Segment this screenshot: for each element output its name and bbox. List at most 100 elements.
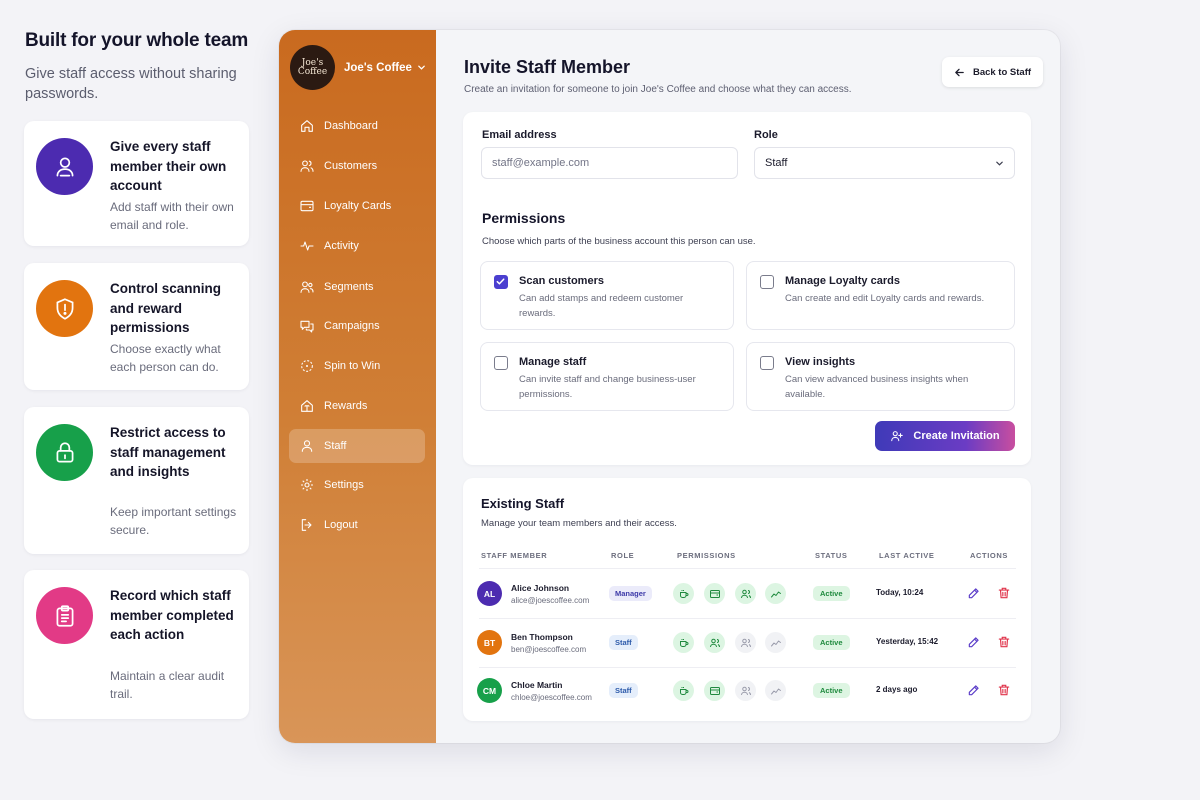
insights-permission-icon (765, 632, 786, 653)
status-badge: Active (813, 586, 850, 601)
edit-icon[interactable] (967, 586, 981, 600)
sidebar-item-campaigns[interactable]: Campaigns (289, 309, 425, 343)
sidebar-item-rewards[interactable]: Rewards (289, 389, 425, 423)
permission-manage-staff[interactable]: Manage staff Can invite staff and change… (480, 342, 734, 411)
sidebar-item-spin-to-win[interactable]: Spin to Win (289, 349, 425, 383)
sidebar-item-label: Spin to Win (324, 360, 381, 372)
delete-icon[interactable] (997, 586, 1011, 600)
feature-card: Control scanning and reward permissions … (24, 263, 249, 390)
create-invitation-button[interactable]: Create Invitation (875, 421, 1015, 451)
segments-icon (300, 281, 314, 293)
gear-icon (301, 479, 313, 491)
role-badge: Staff (609, 635, 638, 650)
sidebar-item-segments[interactable]: Segments (289, 270, 425, 304)
sidebar-item-customers[interactable]: Customers (289, 149, 425, 183)
business-switcher[interactable]: Joe's Coffee Joe's Coffee (290, 45, 426, 90)
gift-icon (301, 400, 313, 412)
app-window: Joe's Coffee Joe's Coffee Dashboard Cust… (279, 30, 1060, 743)
home-icon (301, 120, 313, 132)
last-active: Today, 10:24 (876, 588, 924, 597)
chevron-down-icon (418, 65, 425, 70)
checkbox[interactable] (494, 356, 508, 370)
delete-icon[interactable] (997, 635, 1011, 649)
sidebar-item-logout[interactable]: Logout (289, 508, 425, 542)
staff-name: Ben Thompson (511, 632, 573, 642)
promo-title: Built for your whole team (25, 30, 249, 51)
avatar: CM (477, 678, 502, 703)
feature-card: Give every staff member their own accoun… (24, 121, 249, 246)
back-button-label: Back to Staff (972, 66, 1032, 78)
permission-scan-customers[interactable]: Scan customers Can add stamps and redeem… (480, 261, 734, 330)
spin-icon (301, 360, 313, 372)
feature-card: Restrict access to staff management and … (24, 407, 249, 554)
sidebar-item-loyalty-cards[interactable]: Loyalty Cards (289, 189, 425, 223)
check-icon (496, 278, 505, 285)
checkbox[interactable] (760, 356, 774, 370)
invite-form-card: Email address Role Staff Permissions Cho… (463, 112, 1031, 465)
column-header: ACTIONS (970, 551, 1008, 560)
logo-text: Coffee (297, 66, 328, 77)
staff-icon (301, 440, 313, 452)
insights-permission-icon (765, 680, 786, 701)
permission-title: Scan customers (519, 275, 604, 287)
email-field[interactable] (481, 147, 738, 179)
sidebar-item-label: Logout (324, 519, 358, 531)
brand-logo: Joe's Coffee (290, 45, 335, 90)
sidebar-item-label: Activity (324, 240, 359, 252)
feature-title: Record which staff member completed each… (110, 588, 234, 642)
sidebar-item-label: Segments (324, 281, 374, 293)
loyalty-permission-icon (704, 680, 725, 701)
promo-subtitle: Give staff access without sharing passwo… (25, 66, 237, 102)
shield-icon (36, 280, 93, 337)
table-row: CM Chloe Martin chloe@joescoffee.com Sta… (463, 667, 1031, 715)
delete-icon[interactable] (997, 683, 1011, 697)
staff-permission-icon (735, 583, 756, 604)
page-title: Invite Staff Member (464, 57, 631, 77)
permission-title: Manage Loyalty cards (785, 275, 900, 287)
sidebar-item-settings[interactable]: Settings (289, 468, 425, 502)
scan-permission-icon (673, 583, 694, 604)
table-row: AL Alice Johnson alice@joescoffee.com Ma… (463, 570, 1031, 618)
permission-desc: Can invite staff and change business-use… (519, 374, 696, 400)
column-header: STAFF MEMBER (481, 551, 548, 560)
staff-email: alice@joescoffee.com (511, 596, 590, 605)
staff-permission-icon (735, 680, 756, 701)
sidebar-item-staff[interactable]: Staff (289, 429, 425, 463)
last-active: 2 days ago (876, 685, 918, 694)
staff-email: chloe@joescoffee.com (511, 693, 592, 702)
role-badge: Manager (609, 586, 652, 601)
loyalty-permission-icon (704, 583, 725, 604)
status-badge: Active (813, 635, 850, 650)
staff-permission-icon (735, 632, 756, 653)
checkbox[interactable] (760, 275, 774, 289)
column-header: ROLE (611, 551, 635, 560)
feature-title: Restrict access to staff management and … (110, 425, 226, 479)
existing-staff-title: Existing Staff (481, 496, 565, 511)
feature-title: Give every staff member their own accoun… (110, 139, 227, 193)
scan-permission-icon (673, 632, 694, 653)
sidebar-item-activity[interactable]: Activity (289, 229, 425, 263)
column-header: LAST ACTIVE (879, 551, 935, 560)
permission-desc: Can view advanced business insights when… (785, 374, 969, 400)
checkbox-checked[interactable] (494, 275, 508, 289)
sidebar-item-label: Settings (324, 479, 364, 491)
column-header: PERMISSIONS (677, 551, 736, 560)
sidebar-item-label: Rewards (324, 400, 368, 412)
permission-view-insights[interactable]: View insights Can view advanced business… (746, 342, 1015, 411)
divider (479, 568, 1016, 569)
permission-desc: Can add stamps and redeem customer rewar… (519, 293, 684, 319)
table-row: BT Ben Thompson ben@joescoffee.com Staff… (463, 619, 1031, 667)
edit-icon[interactable] (967, 683, 981, 697)
role-select[interactable]: Staff (754, 147, 1015, 179)
sidebar-item-label: Customers (324, 160, 378, 172)
staff-email: ben@joescoffee.com (511, 645, 587, 654)
back-to-staff-button[interactable]: Back to Staff (942, 57, 1043, 87)
edit-icon[interactable] (967, 635, 981, 649)
permission-manage-loyalty-cards[interactable]: Manage Loyalty cards Can create and edit… (746, 261, 1015, 330)
feature-desc: Maintain a clear audit trail. (110, 669, 225, 701)
role-badge: Staff (609, 683, 638, 698)
user-icon (36, 138, 93, 195)
sidebar-item-dashboard[interactable]: Dashboard (289, 109, 425, 143)
arrow-left-icon (955, 68, 964, 76)
lock-icon (36, 424, 93, 481)
